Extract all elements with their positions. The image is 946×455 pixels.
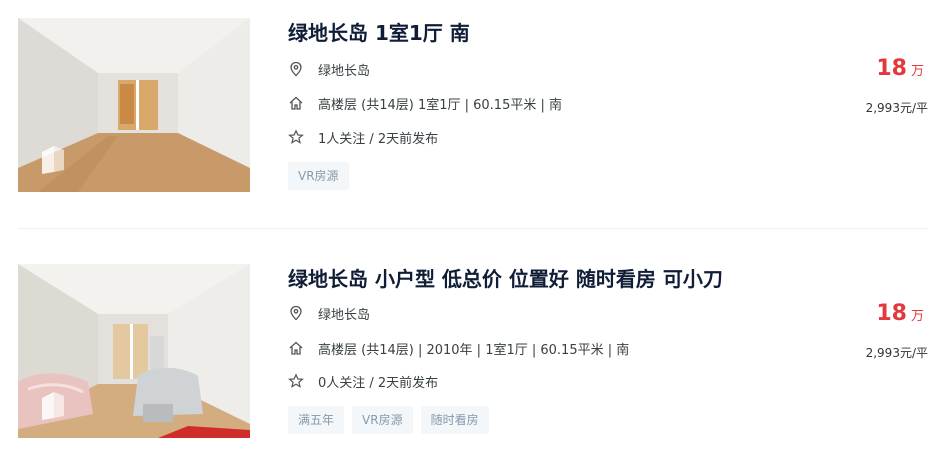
community-row: 绿地长岛: [288, 59, 370, 79]
listing-divider: [18, 228, 928, 229]
star-icon: [288, 129, 304, 145]
unit-price: 2,993元/平: [865, 346, 928, 360]
location-pin-icon: [288, 61, 304, 77]
total-price: 18 万: [876, 56, 924, 81]
vr-badge-icon: [38, 144, 68, 176]
listing-card-2[interactable]: 绿地长岛 小户型 低总价 位置好 随时看房 可小刀 绿地长岛 高楼层 (共14层…: [0, 246, 946, 446]
house-info-text: 高楼层 (共14层) 1室1厅 | 60.15平米 | 南: [318, 97, 562, 113]
location-pin-icon: [288, 305, 304, 321]
vr-badge-icon: [38, 390, 68, 422]
listing-photo[interactable]: [18, 18, 250, 192]
unit-price: 2,993元/平: [865, 101, 928, 115]
listing-photo[interactable]: [18, 264, 250, 438]
listing-title[interactable]: 绿地长岛 小户型 低总价 位置好 随时看房 可小刀: [288, 263, 723, 292]
price-unit: 万: [910, 309, 924, 324]
price-unit: 万: [910, 64, 924, 79]
price-value: 18: [876, 56, 907, 81]
house-icon: [288, 95, 304, 111]
community-row: 绿地长岛: [288, 303, 370, 323]
follow-row: 1人关注 / 2天前发布: [288, 127, 438, 147]
house-info-row: 高楼层 (共14层) 1室1厅 | 60.15平米 | 南: [288, 93, 562, 113]
tag: 随时看房: [420, 406, 489, 434]
tag: VR房源: [352, 406, 413, 434]
tag-list: VR房源: [288, 162, 349, 190]
community-link[interactable]: 绿地长岛: [318, 304, 370, 323]
tag: VR房源: [288, 162, 349, 190]
star-icon: [288, 373, 304, 389]
tag: 满五年: [288, 406, 345, 434]
total-price: 18 万: [876, 301, 924, 326]
house-info-row: 高楼层 (共14层) | 2010年 | 1室1厅 | 60.15平米 | 南: [288, 338, 629, 358]
community-link[interactable]: 绿地长岛: [318, 60, 370, 79]
price-value: 18: [876, 301, 907, 326]
tag-list: 满五年 VR房源 随时看房: [288, 406, 489, 434]
follow-text: 1人关注 / 2天前发布: [318, 131, 439, 147]
listing-title[interactable]: 绿地长岛 1室1厅 南: [288, 17, 470, 46]
house-icon: [288, 340, 304, 356]
follow-row: 0人关注 / 2天前发布: [288, 371, 438, 391]
follow-text: 0人关注 / 2天前发布: [318, 375, 439, 391]
house-info-text: 高楼层 (共14层) | 2010年 | 1室1厅 | 60.15平米 | 南: [318, 342, 630, 358]
listing-card-1[interactable]: 绿地长岛 1室1厅 南 绿地长岛 高楼层 (共14层) 1室1厅 | 60.15…: [0, 0, 946, 200]
